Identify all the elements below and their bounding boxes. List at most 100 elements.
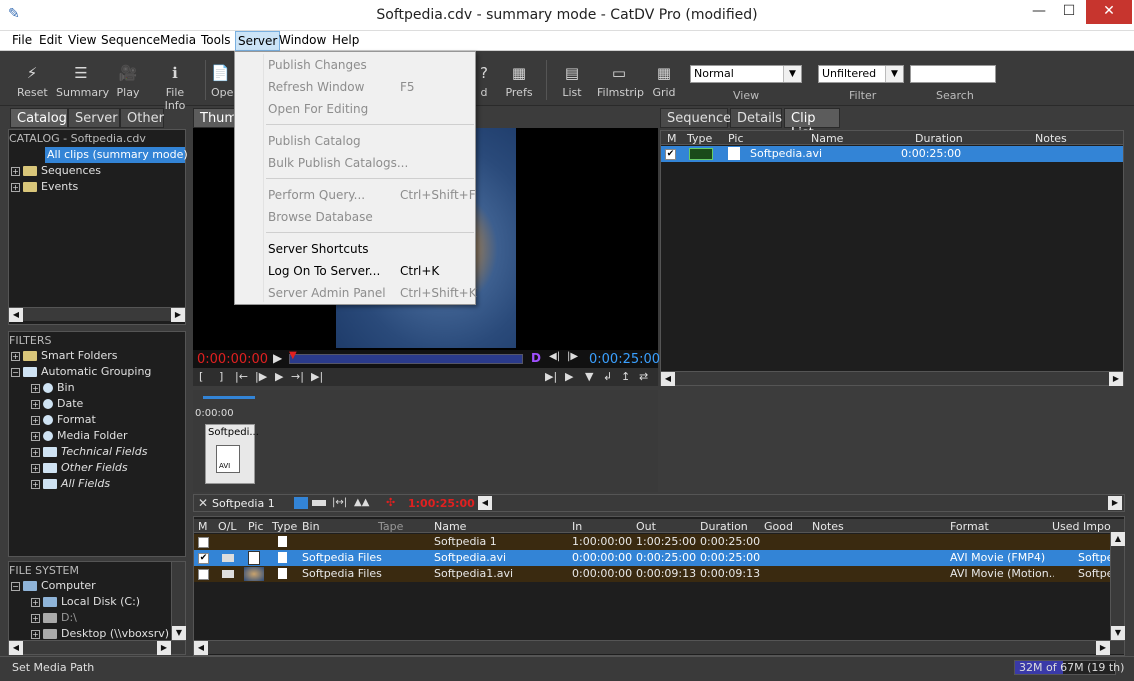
clip-table-vscrollbar[interactable]: ▲ ▼ — [1110, 532, 1125, 640]
expand-icon[interactable]: + — [11, 182, 20, 192]
menu-window[interactable]: Window — [279, 33, 326, 47]
scroll-right-icon[interactable]: ▶ — [1109, 372, 1123, 386]
tab-sequence[interactable]: Sequence — [660, 108, 731, 128]
fs-computer[interactable]: − Computer — [11, 578, 96, 594]
scroll-left-icon[interactable]: ◀ — [9, 308, 23, 322]
tab-catalog[interactable]: Catalog — [10, 108, 68, 128]
go-to-out-icon[interactable]: →| — [291, 370, 304, 383]
tab-thumbnail[interactable]: Thum — [193, 108, 235, 128]
table-row[interactable]: Softpedia 1 1:00:00:00 1:00:25:00 0:00:2… — [194, 534, 1122, 550]
row-checkbox[interactable]: ✔ — [198, 550, 209, 566]
expand-icon[interactable]: + — [31, 399, 40, 409]
row-checkbox[interactable] — [198, 534, 209, 550]
loop-icon[interactable]: ▶ — [275, 370, 283, 383]
filter-all-fields[interactable]: + All Fields — [31, 476, 110, 492]
col-header-notes[interactable]: Notes — [812, 520, 844, 533]
tab-details[interactable]: Details — [730, 108, 782, 128]
track-view-icon[interactable] — [294, 497, 308, 509]
menu-item-bulk-publish[interactable]: Bulk Publish Catalogs... — [268, 153, 473, 173]
lift-icon[interactable]: ▼ — [585, 370, 593, 383]
col-header-m[interactable]: M — [667, 132, 677, 145]
filter-automatic-grouping[interactable]: − Automatic Grouping — [11, 364, 151, 380]
menu-item-open-for-editing[interactable]: Open For Editing — [268, 99, 473, 119]
scroll-left-icon[interactable]: ◀ — [194, 641, 208, 655]
open-button[interactable]: 📄 Ope — [211, 64, 233, 99]
row-checkbox[interactable] — [198, 566, 209, 582]
expand-icon[interactable]: + — [11, 166, 20, 176]
table-row[interactable]: ✔ Softpedia Files Softpedia.avi 0:00:00:… — [194, 550, 1122, 566]
filter-bin[interactable]: + Bin — [31, 380, 75, 396]
scroll-left-icon[interactable]: ◀ — [661, 372, 675, 386]
scroll-down-icon[interactable]: ▼ — [1111, 626, 1125, 640]
col-header-out[interactable]: Out — [636, 520, 656, 533]
menu-edit[interactable]: Edit — [39, 33, 62, 47]
filter-select[interactable]: Unfiltered ▼ — [818, 65, 904, 83]
expand-icon[interactable]: + — [31, 613, 40, 623]
play-in-out-icon[interactable]: |▶ — [255, 370, 267, 383]
expand-icon[interactable]: + — [11, 351, 20, 361]
menu-server[interactable]: Server — [235, 31, 281, 51]
expand-icon[interactable]: + — [31, 629, 40, 639]
col-header-duration[interactable]: Duration — [915, 132, 963, 145]
col-header-duration[interactable]: Duration — [700, 520, 748, 533]
menu-item-server-admin-panel[interactable]: Server Admin Panel Ctrl+Shift+K — [268, 283, 477, 303]
catalog-item-sequences[interactable]: + Sequences — [11, 163, 101, 179]
table-row[interactable]: ✔ Softpedia.avi 0:00:25:00 — [661, 146, 1123, 162]
menu-file[interactable]: File — [12, 33, 32, 47]
find-button[interactable]: ? d — [476, 64, 492, 99]
clip-list-scrollbar[interactable]: ◀ ▶ — [661, 371, 1123, 386]
play-button[interactable]: 🎥 Play — [114, 64, 142, 99]
waveform-icon[interactable]: ▲▲ — [354, 497, 369, 508]
step-forward-icon[interactable]: |▶ — [567, 351, 578, 362]
col-header-bin[interactable]: Bin — [302, 520, 320, 533]
expand-icon[interactable]: + — [31, 479, 40, 489]
collapse-icon[interactable]: − — [11, 367, 20, 377]
tab-other[interactable]: Other — [120, 108, 164, 128]
maximize-button[interactable]: ☐ — [1054, 0, 1084, 24]
filter-date[interactable]: + Date — [31, 396, 83, 412]
row-checkbox[interactable]: ✔ — [665, 146, 676, 162]
view-select[interactable]: Normal ▼ — [690, 65, 802, 83]
catalog-item-all-clips[interactable]: All clips (summary mode) — [45, 147, 188, 163]
col-header-type[interactable]: Type — [272, 520, 297, 533]
tab-server[interactable]: Server — [68, 108, 120, 128]
col-header-tape[interactable]: Tape — [378, 520, 403, 533]
file-system-scrollbar[interactable]: ▼ — [171, 562, 186, 640]
grid-view-button[interactable]: ▦ Grid — [651, 64, 677, 99]
scroll-down-icon[interactable]: ▼ — [172, 626, 186, 640]
playhead-icon[interactable]: ▼ — [289, 350, 297, 361]
mark-out-icon[interactable]: ] — [219, 370, 223, 383]
col-header-m[interactable]: M — [198, 520, 208, 533]
menu-view[interactable]: View — [68, 33, 96, 47]
col-header-notes[interactable]: Notes — [1035, 132, 1067, 145]
collapse-icon[interactable]: − — [11, 581, 20, 591]
minimize-button[interactable]: — — [1024, 0, 1054, 24]
reset-button[interactable]: ⚡ Reset — [17, 64, 48, 99]
search-input[interactable] — [910, 65, 996, 83]
insert-icon[interactable]: ▶| — [545, 370, 557, 383]
filter-media-folder[interactable]: + Media Folder — [31, 428, 128, 444]
scroll-left-icon[interactable]: ◀ — [9, 641, 23, 655]
split-icon[interactable]: ↥ — [621, 370, 630, 383]
col-header-name[interactable]: Name — [811, 132, 843, 145]
menu-item-publish-catalog[interactable]: Publish Catalog — [268, 131, 473, 151]
menu-media[interactable]: Media — [160, 33, 196, 47]
end-icon[interactable]: ▶| — [311, 370, 323, 383]
filmstrip-view-button[interactable]: ▭ Filmstrip — [597, 64, 644, 99]
mark-in-icon[interactable]: [ — [199, 370, 203, 383]
file-info-button[interactable]: ℹ File Info — [154, 64, 196, 112]
menu-item-perform-query[interactable]: Perform Query... Ctrl+Shift+F — [268, 185, 476, 205]
scroll-right-icon[interactable]: ▶ — [1096, 641, 1110, 655]
memory-meter[interactable]: 32M of 67M (19 th) — [1014, 660, 1124, 675]
swap-icon[interactable]: ⇄ — [639, 370, 648, 383]
col-header-good[interactable]: Good — [764, 520, 793, 533]
zoom-fit-icon[interactable]: |↔| — [332, 497, 347, 508]
menu-help[interactable]: Help — [332, 33, 359, 47]
col-header-pic[interactable]: Pic — [248, 520, 264, 533]
expand-icon[interactable]: + — [31, 447, 40, 457]
scroll-right-icon[interactable]: ▶ — [157, 641, 171, 655]
expand-icon[interactable]: + — [31, 431, 40, 441]
go-to-in-icon[interactable]: |← — [235, 370, 248, 383]
catalog-item-events[interactable]: + Events — [11, 179, 78, 195]
menu-item-log-on[interactable]: Log On To Server... Ctrl+K — [268, 261, 473, 281]
